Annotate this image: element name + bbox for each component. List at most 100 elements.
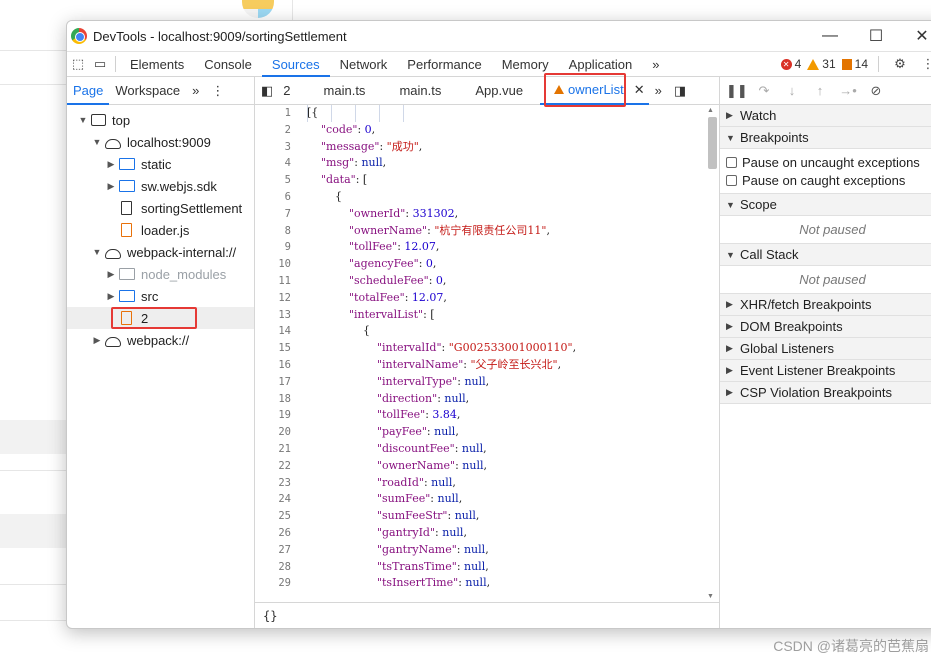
more-tabs-icon[interactable]: » (642, 52, 669, 77)
tree-item[interactable]: loader.js (67, 219, 254, 241)
tree-item[interactable]: ▶ webpack:// (67, 329, 254, 351)
section-xhr-breakpoints[interactable]: ▶ XHR/fetch Breakpoints (720, 294, 931, 316)
nav-tab-page[interactable]: Page (67, 77, 110, 105)
tree-item[interactable]: ▼ localhost:9009 (67, 131, 254, 153)
section-watch[interactable]: ▶ Watch (720, 105, 931, 127)
editor-tab-main-ts-2[interactable]: main.ts (382, 77, 458, 105)
line-number[interactable]: 19 (255, 407, 291, 424)
line-number[interactable]: 10 (255, 256, 291, 273)
watermark: CSDN @诸葛亮的芭蕉扇 (773, 638, 929, 654)
line-number[interactable]: 29 (255, 575, 291, 592)
editor-tab-app-vue[interactable]: App.vue (458, 77, 540, 105)
pause-icon[interactable]: ❚❚ (726, 83, 748, 99)
toggle-navigator-icon[interactable]: ◧ (255, 77, 279, 105)
line-number[interactable]: 21 (255, 441, 291, 458)
tree-item[interactable]: ▶ node_modules (67, 263, 254, 285)
line-number[interactable]: 20 (255, 424, 291, 441)
line-number[interactable]: 22 (255, 458, 291, 475)
more-options-icon[interactable]: ⋮ (917, 52, 931, 77)
tree-arrow-icon[interactable]: ▶ (105, 269, 117, 280)
pretty-print-button[interactable]: {} (255, 602, 719, 628)
line-number[interactable]: 1 (255, 105, 291, 122)
tree-item[interactable]: ▶ static (67, 153, 254, 175)
gear-icon[interactable]: ⚙ (889, 52, 911, 77)
line-number[interactable]: 16 (255, 357, 291, 374)
editor-more-tabs-icon[interactable]: » (649, 77, 668, 105)
tree-item[interactable]: 2 (67, 307, 254, 329)
line-number[interactable]: 25 (255, 508, 291, 525)
line-number[interactable]: 12 (255, 290, 291, 307)
tree-arrow-icon[interactable]: ▼ (77, 115, 89, 125)
line-number[interactable]: 23 (255, 475, 291, 492)
tree-arrow-icon[interactable]: ▶ (91, 335, 103, 346)
section-global-listeners[interactable]: ▶ Global Listeners (720, 338, 931, 360)
tab-network[interactable]: Network (330, 52, 398, 77)
tree-arrow-icon[interactable]: ▶ (105, 181, 117, 192)
tree-item[interactable]: sortingSettlement (67, 197, 254, 219)
maximize-button[interactable]: ☐ (853, 21, 899, 52)
line-number[interactable]: 26 (255, 525, 291, 542)
line-number[interactable]: 7 (255, 206, 291, 223)
line-number[interactable]: 13 (255, 307, 291, 324)
close-tab-icon[interactable]: ✕ (634, 76, 645, 104)
line-number[interactable]: 4 (255, 155, 291, 172)
minimize-button[interactable]: — (807, 21, 853, 52)
nav-menu-icon[interactable]: ⋮ (205, 77, 230, 105)
vertical-scrollbar[interactable]: ▲ ▼ (707, 107, 717, 600)
section-breakpoints[interactable]: ▼ Breakpoints (720, 127, 931, 149)
section-dom-breakpoints[interactable]: ▶ DOM Breakpoints (720, 316, 931, 338)
editor-tab-main-ts[interactable]: main.ts (307, 77, 383, 105)
tree-arrow-icon[interactable]: ▶ (105, 291, 117, 302)
device-toolbar-icon[interactable]: ▭ (89, 52, 111, 77)
line-number[interactable]: 28 (255, 559, 291, 576)
deactivate-breakpoints-icon[interactable]: ⊘ (866, 83, 886, 99)
scroll-thumb[interactable] (708, 117, 717, 169)
line-number[interactable]: 24 (255, 491, 291, 508)
nav-more-icon[interactable]: » (186, 77, 205, 105)
section-event-listener-breakpoints[interactable]: ▶ Event Listener Breakpoints (720, 360, 931, 382)
line-number[interactable]: 27 (255, 542, 291, 559)
tab-console[interactable]: Console (194, 52, 262, 77)
line-number[interactable]: 15 (255, 340, 291, 357)
tree-item[interactable]: ▶ sw.webjs.sdk (67, 175, 254, 197)
step-into-icon[interactable]: ↓ (782, 83, 802, 98)
line-number[interactable]: 17 (255, 374, 291, 391)
editor-tab-ownerlist[interactable]: ownerList ✕ (540, 72, 649, 107)
line-number[interactable]: 14 (255, 323, 291, 340)
step-icon[interactable]: →• (838, 83, 858, 98)
tab-sources[interactable]: Sources (261, 52, 330, 77)
issue-count[interactable]: 14 (841, 57, 868, 71)
section-call-stack[interactable]: ▼ Call Stack (720, 244, 931, 266)
line-number[interactable]: 9 (255, 239, 291, 256)
toggle-debugger-icon[interactable]: ◨ (668, 77, 692, 105)
tree-arrow-icon[interactable]: ▼ (91, 247, 103, 257)
section-scope[interactable]: ▼ Scope (720, 194, 931, 216)
code-lines[interactable]: [{ "code": 0, "message": "成功", "msg": nu… (299, 105, 719, 602)
tree-item[interactable]: ▼ webpack-internal:// (67, 241, 254, 263)
pause-caught-checkbox[interactable]: Pause on caught exceptions (720, 171, 931, 189)
tab-elements[interactable]: Elements (120, 52, 194, 77)
section-csp-violation-breakpoints[interactable]: ▶ CSP Violation Breakpoints (720, 382, 931, 404)
pause-uncaught-checkbox[interactable]: Pause on uncaught exceptions (720, 153, 931, 171)
editor-tab-2[interactable]: 2 (279, 77, 306, 105)
tree-item[interactable]: ▼ top (67, 109, 254, 131)
line-number[interactable]: 2 (255, 122, 291, 139)
tree-item[interactable]: ▶ src (67, 285, 254, 307)
tab-performance[interactable]: Performance (397, 52, 491, 77)
tree-arrow-icon[interactable]: ▶ (105, 159, 117, 170)
warning-count[interactable]: 31 (807, 57, 836, 71)
nav-tab-workspace[interactable]: Workspace (109, 77, 186, 105)
inspect-element-icon[interactable]: ⬚ (67, 52, 89, 77)
step-over-icon[interactable]: ↷ (754, 83, 774, 99)
line-number[interactable]: 11 (255, 273, 291, 290)
line-number[interactable]: 3 (255, 139, 291, 156)
tree-arrow-icon[interactable]: ▼ (91, 137, 103, 147)
line-number[interactable]: 18 (255, 391, 291, 408)
error-count[interactable]: ✕ 4 (780, 57, 801, 71)
code-line: "roadId": null, (376, 475, 456, 489)
line-number[interactable]: 6 (255, 189, 291, 206)
close-window-button[interactable]: ✕ (899, 21, 931, 52)
line-number[interactable]: 8 (255, 223, 291, 240)
line-number[interactable]: 5 (255, 172, 291, 189)
step-out-icon[interactable]: ↑ (810, 83, 830, 98)
